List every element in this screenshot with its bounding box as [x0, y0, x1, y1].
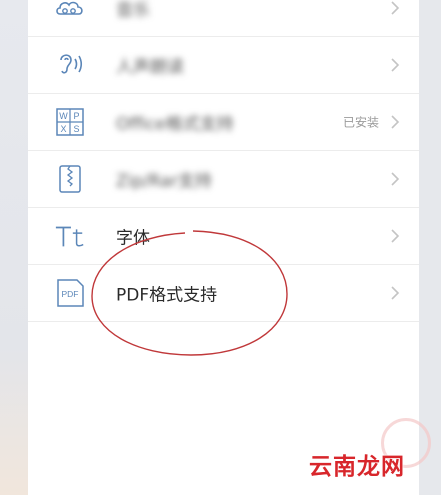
office-icon-letter-w: W	[59, 111, 68, 121]
voice-ear-icon	[54, 49, 86, 81]
background-right-strip	[419, 0, 441, 495]
chevron-right-icon	[391, 1, 400, 15]
cloud-icon	[54, 0, 86, 24]
settings-item-label: Zip/Rar支持	[116, 171, 212, 192]
settings-item-font[interactable]: 字体	[28, 208, 419, 265]
zip-icon	[54, 163, 86, 195]
office-icon-letter-s: S	[73, 124, 79, 134]
installed-status: 已安装	[342, 115, 379, 130]
settings-item-label: 音乐	[116, 0, 150, 21]
settings-item-label: PDF格式支持	[116, 285, 218, 306]
settings-item-pdf-support[interactable]: PDF PDF格式支持	[28, 265, 419, 322]
settings-screen: 音乐 人声朗读 W P X S Office格式支持 已安装 Zip/Rar支持…	[28, 0, 431, 495]
pdf-icon-label: PDF	[62, 289, 79, 299]
settings-item-zip-support[interactable]: Zip/Rar支持	[28, 151, 419, 208]
settings-item-label: 字体	[116, 228, 150, 249]
chevron-right-icon	[391, 115, 400, 129]
settings-item-office-support[interactable]: W P X S Office格式支持 已安装	[28, 94, 419, 151]
settings-item-voice-reading[interactable]: 人声朗读	[28, 37, 419, 94]
watermark-logo: 云南龙网	[309, 454, 405, 480]
chevron-right-icon	[391, 286, 400, 300]
background-left-strip	[0, 0, 28, 495]
pdf-icon: PDF	[54, 277, 86, 309]
office-icon: W P X S	[54, 106, 86, 138]
chevron-right-icon	[391, 229, 400, 243]
chevron-right-icon	[391, 58, 400, 72]
chevron-right-icon	[391, 172, 400, 186]
settings-item-label: Office格式支持	[116, 114, 234, 135]
settings-item-label: 人声朗读	[116, 57, 184, 78]
office-icon-letter-p: P	[73, 111, 79, 121]
settings-item-music[interactable]: 音乐	[28, 0, 419, 37]
font-icon	[54, 220, 86, 252]
office-icon-letter-x: X	[60, 124, 66, 134]
